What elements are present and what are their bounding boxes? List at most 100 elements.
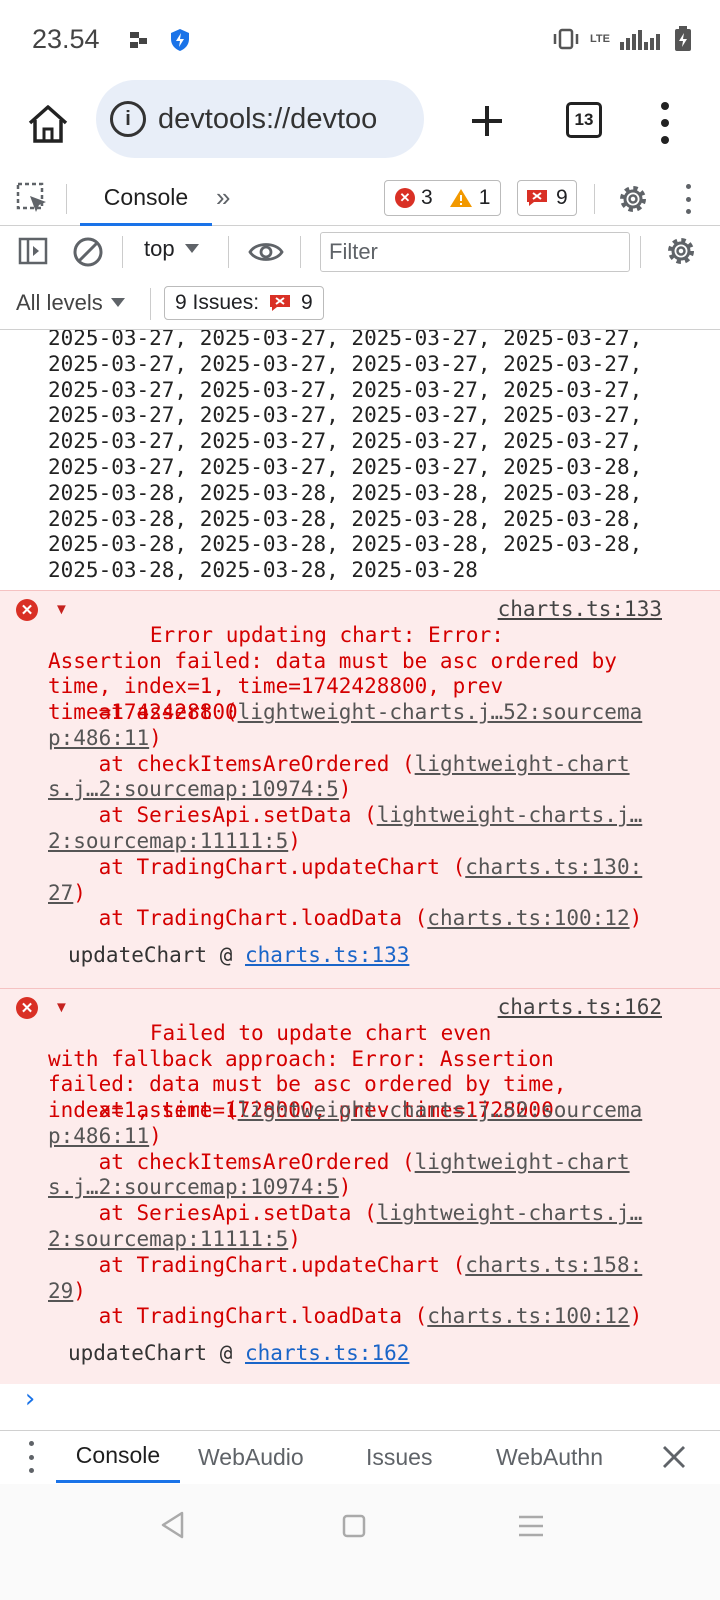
gear-icon[interactable]: [664, 234, 698, 268]
stack-frame-suffix: ): [288, 828, 301, 853]
stack-frame-link-cont[interactable]: 29: [48, 1279, 73, 1303]
issues-counter[interactable]: 9: [517, 180, 577, 216]
sidebar-toggle-icon[interactable]: [18, 236, 48, 266]
error-icon: ✕: [395, 188, 415, 208]
divider: [594, 184, 595, 214]
stack-frame-text: at TradingChart.loadData (: [48, 1304, 428, 1329]
tab-console[interactable]: Console: [80, 172, 212, 226]
issue-icon: [270, 295, 291, 311]
menu-dot-icon: [661, 135, 669, 144]
stack-frame-link[interactable]: lightweight-charts.j…52:sourcema: [238, 1098, 643, 1122]
menu-dot-icon: [28, 1454, 34, 1460]
eye-icon[interactable]: [248, 238, 284, 266]
close-icon[interactable]: [660, 1443, 688, 1471]
clear-console-icon[interactable]: [72, 236, 104, 268]
filter-input[interactable]: [320, 232, 630, 272]
stack-frame-suffix: ): [149, 1123, 162, 1148]
stack-frame-link[interactable]: charts.ts:100:12: [427, 1304, 629, 1328]
tab-switcher-button[interactable]: 13: [566, 102, 602, 138]
recents-icon[interactable]: [518, 1514, 544, 1538]
signal-icon: [620, 30, 660, 50]
issues-badge: 9: [301, 291, 313, 314]
stack-frame-text: at assert (: [48, 700, 238, 724]
stack-frame-suffix: ): [73, 880, 86, 905]
browser-menu-button[interactable]: [650, 98, 680, 148]
stack-trace: at assert (lightweight-charts.j…52:sourc…: [48, 700, 642, 932]
error-warning-counter[interactable]: ✕ 3 1: [384, 180, 502, 216]
drawer-tab-issues[interactable]: Issues: [366, 1431, 432, 1483]
plus-icon: [472, 106, 502, 136]
devtools-tabbar: Console » ✕ 3 1 9: [0, 172, 720, 226]
context-selector[interactable]: top: [144, 236, 199, 262]
stack-frame-link[interactable]: charts.ts:158:: [465, 1253, 642, 1277]
stack-frame-suffix: ): [338, 777, 352, 802]
warning-icon: [449, 189, 472, 207]
menu-dot-icon: [28, 1468, 34, 1473]
stack-frame-suffix: ): [338, 1175, 352, 1200]
stack-frame-link-cont[interactable]: p:486:11: [48, 726, 149, 750]
stack-frame-link-cont[interactable]: s.j…2:sourcemap:10974:5: [48, 1175, 339, 1199]
home-button[interactable]: [22, 98, 74, 150]
caller-label: updateChart @: [68, 1341, 246, 1365]
divider: [150, 288, 151, 320]
issues-count: 9: [556, 186, 568, 209]
stack-frame: at TradingChart.updateChart (charts.ts:1…: [48, 855, 642, 907]
divider: [640, 236, 641, 268]
stack-frame-link-cont[interactable]: 2:sourcemap:11111:5: [48, 1227, 288, 1251]
drawer-menu-button[interactable]: [24, 1441, 38, 1473]
back-icon[interactable]: [158, 1510, 188, 1540]
caller-link[interactable]: charts.ts:133: [245, 943, 409, 967]
stack-frame-text: at assert (: [48, 1098, 238, 1122]
caller-link[interactable]: charts.ts:162: [245, 1341, 409, 1365]
stack-frame: at TradingChart.updateChart (charts.ts:1…: [48, 1253, 642, 1305]
stack-frame-text: at SeriesApi.setData (: [48, 1201, 377, 1226]
stack-frame-link[interactable]: lightweight-charts.j…: [377, 1201, 643, 1225]
console-prompt[interactable]: ›: [22, 1384, 38, 1414]
battery-icon: [675, 26, 691, 51]
error-message: ✕ ▼ charts.ts:162 Failed to update chart…: [0, 988, 720, 1384]
stack-frame-suffix: ): [629, 906, 643, 931]
devtools-menu-button[interactable]: [680, 184, 696, 214]
drawer-tab-console[interactable]: Console: [56, 1431, 180, 1483]
menu-dot-icon: [685, 209, 691, 214]
stack-frame-link[interactable]: lightweight-charts.j…52:sourcema: [238, 700, 643, 724]
caller-row: updateChart @ charts.ts:162: [68, 1341, 409, 1365]
drawer-tabbar: Console WebAudio Issues WebAuthn: [0, 1430, 720, 1484]
stack-frame: at TradingChart.loadData (charts.ts:100:…: [48, 906, 643, 932]
drawer-tab-webaudio[interactable]: WebAudio: [198, 1431, 304, 1483]
issues-button[interactable]: 9 Issues: 9: [164, 286, 324, 320]
more-tabs-button[interactable]: »: [216, 182, 230, 213]
menu-dot-icon: [661, 102, 669, 111]
drawer-tab-webauthn[interactable]: WebAuthn: [496, 1431, 603, 1483]
vibrate-icon: [553, 28, 579, 50]
stack-frame-link[interactable]: lightweight-charts.j…: [377, 803, 643, 827]
stack-frame-suffix: ): [149, 725, 162, 750]
caller-label: updateChart @: [68, 943, 246, 967]
address-bar[interactable]: i devtools://devtoo: [96, 80, 424, 158]
stack-frame-link[interactable]: lightweight-chart: [415, 1150, 630, 1174]
log-levels-dropdown[interactable]: All levels: [16, 290, 125, 316]
stack-frame: at assert (lightweight-charts.j…52:sourc…: [48, 700, 642, 752]
stack-frame: at SeriesApi.setData (lightweight-charts…: [48, 1201, 642, 1253]
new-tab-button[interactable]: [462, 96, 512, 146]
stack-frame-link-cont[interactable]: s.j…2:sourcemap:10974:5: [48, 777, 339, 801]
stack-frame-text: at checkItemsAreOrdered (: [48, 751, 415, 776]
stack-frame: at TradingChart.loadData (charts.ts:100:…: [48, 1304, 643, 1330]
inspect-element-icon[interactable]: [16, 182, 50, 216]
divider: [228, 236, 229, 268]
stack-frame-link-cont[interactable]: 2:sourcemap:11111:5: [48, 829, 288, 853]
stack-frame-link[interactable]: lightweight-chart: [415, 752, 630, 776]
stack-frame: at checkItemsAreOrdered (lightweight-cha…: [48, 1150, 642, 1202]
status-time: 23.54: [32, 24, 100, 54]
stack-frame-link[interactable]: charts.ts:130:: [465, 855, 642, 879]
home-nav-icon[interactable]: [342, 1514, 366, 1538]
stack-frame-link[interactable]: charts.ts:100:12: [427, 906, 629, 930]
url-text[interactable]: devtools://devtoo: [158, 103, 377, 136]
caller-row: updateChart @ charts.ts:133: [68, 943, 409, 967]
site-info-icon[interactable]: i: [110, 101, 146, 137]
stack-frame-link-cont[interactable]: p:486:11: [48, 1124, 149, 1148]
gear-icon[interactable]: [616, 182, 650, 216]
divider: [66, 184, 67, 214]
stack-frame-link-cont[interactable]: 27: [48, 881, 73, 905]
error-icon: ✕: [16, 599, 38, 621]
